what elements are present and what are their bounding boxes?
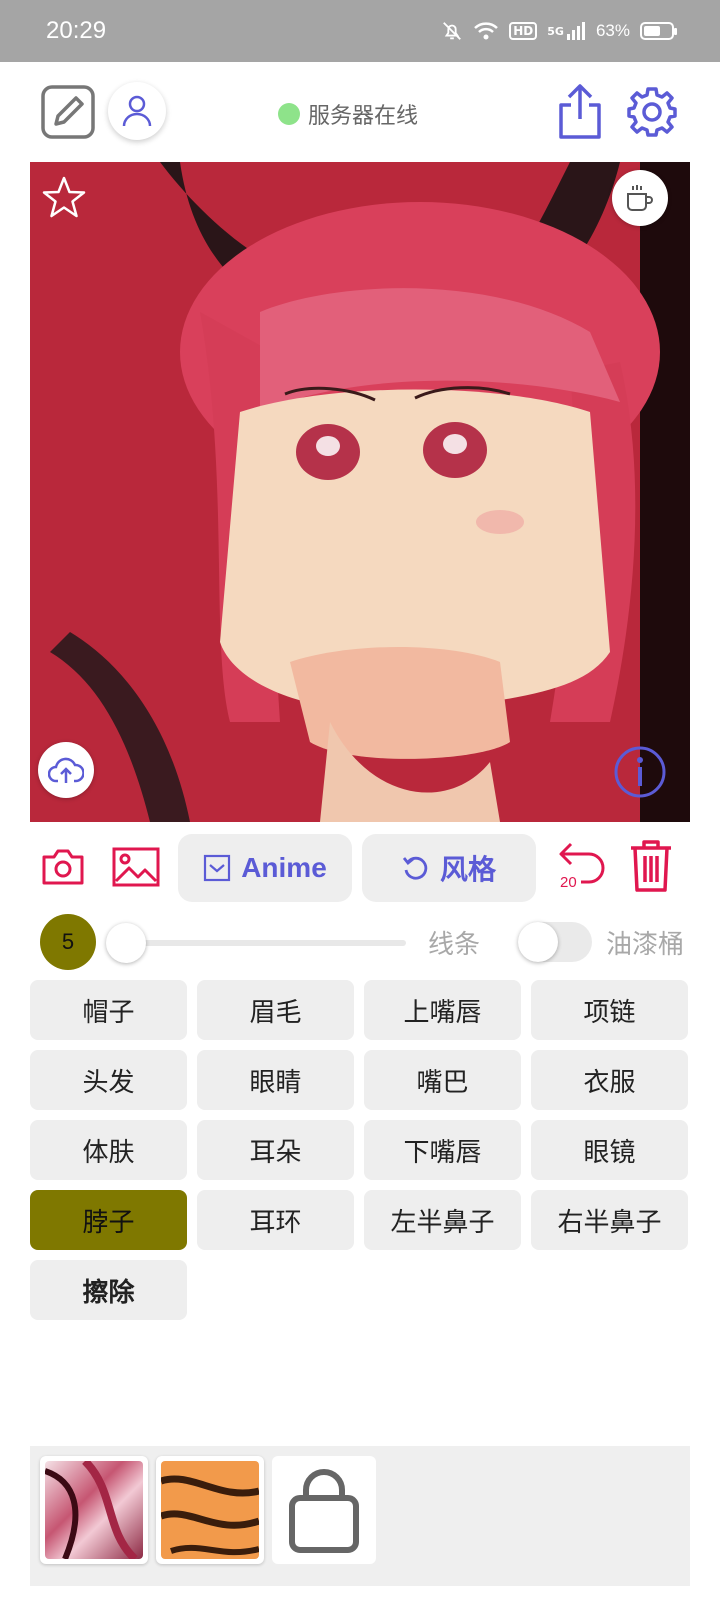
rotate-icon xyxy=(402,856,428,880)
gear-icon xyxy=(627,87,677,137)
style-tray xyxy=(30,1446,690,1586)
generated-anime-image xyxy=(30,162,690,822)
label-chip[interactable]: 嘴巴 xyxy=(364,1050,521,1110)
label-chip[interactable]: 耳环 xyxy=(197,1190,354,1250)
label-chip[interactable]: 上嘴唇 xyxy=(364,980,521,1040)
label-chip[interactable]: 眉毛 xyxy=(197,980,354,1040)
label-chip[interactable]: 帽子 xyxy=(30,980,187,1040)
mute-bell-icon xyxy=(441,20,463,42)
star-icon xyxy=(42,176,86,218)
signal-type: 5G xyxy=(547,24,564,38)
trash-icon xyxy=(631,840,671,892)
coffee-icon xyxy=(627,185,653,211)
status-dot xyxy=(278,103,300,125)
label-chip[interactable]: 体肤 xyxy=(30,1120,187,1180)
cell-signal-icon: 5G xyxy=(547,21,586,41)
top-bar: 服务器在线 xyxy=(0,62,720,160)
brush-size-indicator: 5 xyxy=(40,914,96,970)
shop-bag-icon xyxy=(289,1469,359,1553)
line-mode-label: 线条 xyxy=(428,930,481,960)
label-chip[interactable]: 右半鼻子 xyxy=(531,1190,688,1250)
cloud-upload-icon xyxy=(48,757,84,783)
label-chip[interactable]: 下嘴唇 xyxy=(364,1120,521,1180)
share-button[interactable] xyxy=(554,82,606,142)
slider-thumb[interactable] xyxy=(106,923,146,963)
gallery-button[interactable] xyxy=(112,842,160,892)
wifi-icon xyxy=(473,20,499,42)
profile-button[interactable] xyxy=(108,82,166,140)
info-icon xyxy=(614,746,666,798)
label-chip[interactable]: 左半鼻子 xyxy=(364,1190,521,1250)
image-icon xyxy=(112,847,160,887)
hd-badge: HD xyxy=(509,22,538,40)
anime-mode-button[interactable]: Anime xyxy=(178,834,352,902)
label-chip[interactable]: 眼睛 xyxy=(197,1050,354,1110)
pencil-square-icon xyxy=(41,85,95,139)
style-label: 风格 xyxy=(439,854,496,885)
style-thumbnail-2[interactable] xyxy=(156,1456,264,1564)
style-thumbnail-1[interactable] xyxy=(40,1456,148,1564)
shop-button[interactable] xyxy=(272,1456,376,1564)
brush-size-slider[interactable] xyxy=(106,923,406,963)
label-chip[interactable]: 项链 xyxy=(531,980,688,1040)
edit-button[interactable] xyxy=(40,84,96,140)
style-button[interactable]: 风格 xyxy=(362,834,536,902)
battery-icon xyxy=(640,22,677,40)
label-chip[interactable]: 脖子 xyxy=(30,1190,187,1250)
upload-button[interactable] xyxy=(38,742,94,798)
anime-label: Anime xyxy=(241,852,327,883)
checkbox-icon xyxy=(204,854,231,882)
segment-label-grid: 帽子 眉毛 上嘴唇 项链头发 眼睛 嘴巴 衣服体肤 耳朵 下嘴唇 眼镜脖子 耳环 左半鼻子 右半鼻子擦除 xyxy=(30,980,690,1320)
label-chip[interactable]: 耳朵 xyxy=(197,1120,354,1180)
settings-button[interactable] xyxy=(624,84,680,140)
status-bar: 20:29 HD 5G 63% xyxy=(0,0,720,62)
user-icon xyxy=(122,95,152,127)
battery-percent: 63% xyxy=(595,21,630,40)
favorite-button[interactable] xyxy=(40,174,88,222)
share-icon xyxy=(559,84,601,139)
delete-button[interactable] xyxy=(626,836,676,896)
info-button[interactable] xyxy=(612,744,668,800)
label-chip[interactable]: 头发 xyxy=(30,1050,187,1110)
camera-button[interactable] xyxy=(40,842,86,892)
server-status: 服务器在线 xyxy=(278,98,418,130)
bucket-mode-label: 油漆桶 xyxy=(606,930,685,960)
server-status-label: 服务器在线 xyxy=(308,104,419,129)
brush-controls: 5 线条 油漆桶 xyxy=(0,912,720,972)
tool-row: Anime 风格 20 xyxy=(0,832,720,904)
drawing-canvas[interactable] xyxy=(30,162,690,822)
label-chip[interactable]: 擦除 xyxy=(30,1260,187,1320)
label-chip[interactable]: 衣服 xyxy=(531,1050,688,1110)
camera-icon xyxy=(42,849,84,885)
undo-count: 20 xyxy=(560,874,577,891)
bucket-toggle[interactable] xyxy=(518,922,592,962)
toggle-knob xyxy=(518,922,558,962)
coffee-button[interactable] xyxy=(612,170,668,226)
status-time: 20:29 xyxy=(46,17,107,44)
label-chip[interactable]: 眼镜 xyxy=(531,1120,688,1180)
